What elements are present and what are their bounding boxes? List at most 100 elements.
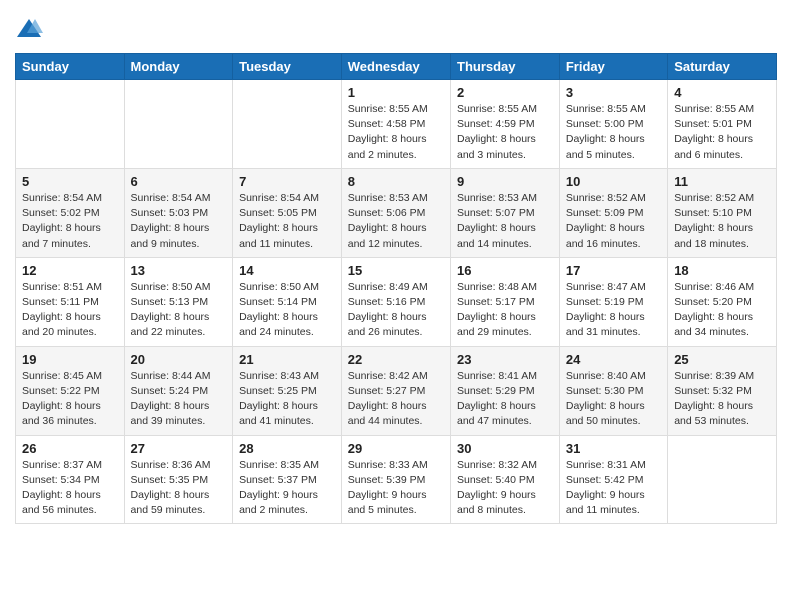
calendar-cell: 9 Sunrise: 8:53 AMSunset: 5:07 PMDaylight… [451, 168, 560, 257]
cell-content: Sunrise: 8:32 AMSunset: 5:40 PMDaylight:… [457, 458, 553, 519]
calendar-cell: 15 Sunrise: 8:49 AMSunset: 5:16 PMDayligh… [341, 257, 450, 346]
cell-content: Sunrise: 8:48 AMSunset: 5:17 PMDaylight:… [457, 280, 553, 341]
day-number: 13 [131, 263, 227, 278]
cell-content: Sunrise: 8:50 AMSunset: 5:14 PMDaylight:… [239, 280, 335, 341]
cell-content: Sunrise: 8:52 AMSunset: 5:10 PMDaylight:… [674, 191, 770, 252]
calendar-cell: 1 Sunrise: 8:55 AMSunset: 4:58 PMDaylight… [341, 80, 450, 169]
calendar-cell: 18Sunrise: 8:46 AMSunset: 5:20 PMDayligh… [668, 257, 777, 346]
day-number: 7 [239, 174, 335, 189]
calendar-cell: 20Sunrise: 8:44 AMSunset: 5:24 PMDayligh… [124, 346, 233, 435]
day-number: 21 [239, 352, 335, 367]
day-number: 4 [674, 85, 770, 100]
day-number: 3 [566, 85, 661, 100]
calendar-cell: 29 Sunrise: 8:33 AMSunset: 5:39 PMDayligh… [341, 435, 450, 524]
calendar-week-row: 5 Sunrise: 8:54 AMSunset: 5:02 PMDaylight… [16, 168, 777, 257]
cell-content: Sunrise: 8:41 AMSunset: 5:29 PMDaylight:… [457, 369, 553, 430]
cell-content: Sunrise: 8:53 AMSunset: 5:06 PMDaylight:… [348, 191, 444, 252]
day-number: 19 [22, 352, 118, 367]
day-number: 28 [239, 441, 335, 456]
calendar: SundayMondayTuesdayWednesdayThursdayFrid… [15, 53, 777, 524]
day-number: 5 [22, 174, 118, 189]
day-number: 26 [22, 441, 118, 456]
cell-content: Sunrise: 8:44 AMSunset: 5:24 PMDaylight:… [131, 369, 227, 430]
calendar-cell: 3Sunrise: 8:55 AMSunset: 5:00 PMDaylight… [559, 80, 667, 169]
cell-content: Sunrise: 8:40 AMSunset: 5:30 PMDaylight:… [566, 369, 661, 430]
cell-content: Sunrise: 8:51 AMSunset: 5:11 PMDaylight:… [22, 280, 118, 341]
day-number: 25 [674, 352, 770, 367]
cell-content: Sunrise: 8:31 AMSunset: 5:42 PMDaylight:… [566, 458, 661, 519]
calendar-cell: 16Sunrise: 8:48 AMSunset: 5:17 PMDayligh… [451, 257, 560, 346]
calendar-week-row: 1 Sunrise: 8:55 AMSunset: 4:58 PMDaylight… [16, 80, 777, 169]
page-header [15, 15, 777, 43]
calendar-cell: 22Sunrise: 8:42 AMSunset: 5:27 PMDayligh… [341, 346, 450, 435]
cell-content: Sunrise: 8:33 AMSunset: 5:39 PMDaylight:… [348, 458, 444, 519]
calendar-cell: 24 Sunrise: 8:40 AMSunset: 5:30 PMDayligh… [559, 346, 667, 435]
calendar-cell: 21 Sunrise: 8:43 AMSunset: 5:25 PMDayligh… [233, 346, 342, 435]
cell-content: Sunrise: 8:35 AMSunset: 5:37 PMDaylight:… [239, 458, 335, 519]
calendar-day-header: Sunday [16, 54, 125, 80]
calendar-cell: 25 Sunrise: 8:39 AMSunset: 5:32 PMDayligh… [668, 346, 777, 435]
calendar-cell [16, 80, 125, 169]
cell-content: Sunrise: 8:54 AMSunset: 5:03 PMDaylight:… [131, 191, 227, 252]
day-number: 1 [348, 85, 444, 100]
calendar-week-row: 26 Sunrise: 8:37 AMSunset: 5:34 PMDayligh… [16, 435, 777, 524]
calendar-cell: 30 Sunrise: 8:32 AMSunset: 5:40 PMDayligh… [451, 435, 560, 524]
calendar-cell: 23 Sunrise: 8:41 AMSunset: 5:29 PMDayligh… [451, 346, 560, 435]
calendar-cell [233, 80, 342, 169]
day-number: 8 [348, 174, 444, 189]
cell-content: Sunrise: 8:39 AMSunset: 5:32 PMDaylight:… [674, 369, 770, 430]
cell-content: Sunrise: 8:54 AMSunset: 5:02 PMDaylight:… [22, 191, 118, 252]
calendar-cell: 6 Sunrise: 8:54 AMSunset: 5:03 PMDaylight… [124, 168, 233, 257]
day-number: 30 [457, 441, 553, 456]
calendar-cell: 14Sunrise: 8:50 AMSunset: 5:14 PMDayligh… [233, 257, 342, 346]
cell-content: Sunrise: 8:55 AMSunset: 4:58 PMDaylight:… [348, 102, 444, 163]
calendar-day-header: Tuesday [233, 54, 342, 80]
calendar-day-header: Monday [124, 54, 233, 80]
calendar-cell: 28 Sunrise: 8:35 AMSunset: 5:37 PMDayligh… [233, 435, 342, 524]
day-number: 24 [566, 352, 661, 367]
calendar-cell: 31 Sunrise: 8:31 AMSunset: 5:42 PMDayligh… [559, 435, 667, 524]
day-number: 18 [674, 263, 770, 278]
cell-content: Sunrise: 8:47 AMSunset: 5:19 PMDaylight:… [566, 280, 661, 341]
calendar-cell: 5 Sunrise: 8:54 AMSunset: 5:02 PMDaylight… [16, 168, 125, 257]
day-number: 23 [457, 352, 553, 367]
calendar-header-row: SundayMondayTuesdayWednesdayThursdayFrid… [16, 54, 777, 80]
cell-content: Sunrise: 8:36 AMSunset: 5:35 PMDaylight:… [131, 458, 227, 519]
cell-content: Sunrise: 8:55 AMSunset: 4:59 PMDaylight:… [457, 102, 553, 163]
day-number: 11 [674, 174, 770, 189]
day-number: 15 [348, 263, 444, 278]
day-number: 31 [566, 441, 661, 456]
calendar-cell: 4Sunrise: 8:55 AMSunset: 5:01 PMDaylight… [668, 80, 777, 169]
calendar-cell: 10 Sunrise: 8:52 AMSunset: 5:09 PMDayligh… [559, 168, 667, 257]
day-number: 9 [457, 174, 553, 189]
cell-content: Sunrise: 8:53 AMSunset: 5:07 PMDaylight:… [457, 191, 553, 252]
cell-content: Sunrise: 8:42 AMSunset: 5:27 PMDaylight:… [348, 369, 444, 430]
calendar-cell: 2 Sunrise: 8:55 AMSunset: 4:59 PMDaylight… [451, 80, 560, 169]
calendar-week-row: 19 Sunrise: 8:45 AMSunset: 5:22 PMDayligh… [16, 346, 777, 435]
cell-content: Sunrise: 8:45 AMSunset: 5:22 PMDaylight:… [22, 369, 118, 430]
logo [15, 15, 47, 43]
calendar-cell: 26 Sunrise: 8:37 AMSunset: 5:34 PMDayligh… [16, 435, 125, 524]
calendar-cell: 19 Sunrise: 8:45 AMSunset: 5:22 PMDayligh… [16, 346, 125, 435]
day-number: 29 [348, 441, 444, 456]
calendar-day-header: Thursday [451, 54, 560, 80]
cell-content: Sunrise: 8:49 AMSunset: 5:16 PMDaylight:… [348, 280, 444, 341]
day-number: 27 [131, 441, 227, 456]
cell-content: Sunrise: 8:50 AMSunset: 5:13 PMDaylight:… [131, 280, 227, 341]
calendar-cell: 8 Sunrise: 8:53 AMSunset: 5:06 PMDaylight… [341, 168, 450, 257]
day-number: 10 [566, 174, 661, 189]
calendar-day-header: Wednesday [341, 54, 450, 80]
day-number: 2 [457, 85, 553, 100]
calendar-cell: 17Sunrise: 8:47 AMSunset: 5:19 PMDayligh… [559, 257, 667, 346]
cell-content: Sunrise: 8:43 AMSunset: 5:25 PMDaylight:… [239, 369, 335, 430]
calendar-day-header: Friday [559, 54, 667, 80]
calendar-cell: 11 Sunrise: 8:52 AMSunset: 5:10 PMDayligh… [668, 168, 777, 257]
day-number: 12 [22, 263, 118, 278]
calendar-cell: 27 Sunrise: 8:36 AMSunset: 5:35 PMDayligh… [124, 435, 233, 524]
day-number: 6 [131, 174, 227, 189]
cell-content: Sunrise: 8:37 AMSunset: 5:34 PMDaylight:… [22, 458, 118, 519]
cell-content: Sunrise: 8:52 AMSunset: 5:09 PMDaylight:… [566, 191, 661, 252]
calendar-week-row: 12 Sunrise: 8:51 AMSunset: 5:11 PMDayligh… [16, 257, 777, 346]
calendar-cell: 13 Sunrise: 8:50 AMSunset: 5:13 PMDayligh… [124, 257, 233, 346]
calendar-cell [668, 435, 777, 524]
